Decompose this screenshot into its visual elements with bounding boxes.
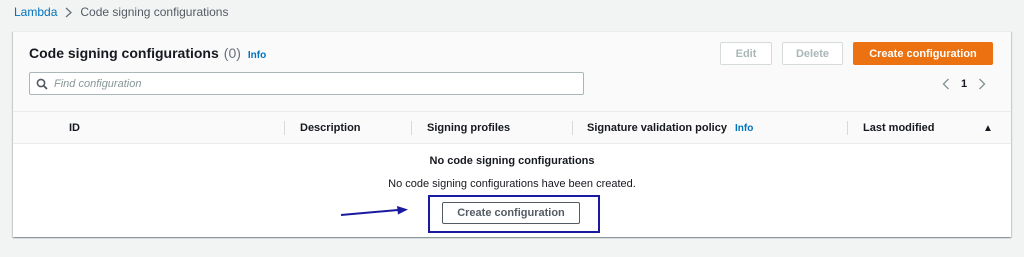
breadcrumb-lambda-link[interactable]: Lambda bbox=[14, 5, 57, 19]
column-header-description[interactable]: Description bbox=[300, 112, 361, 144]
column-divider bbox=[284, 121, 285, 135]
empty-state-description: No code signing configurations have been… bbox=[388, 178, 636, 190]
arrow-right-icon bbox=[340, 206, 408, 216]
empty-state-create-configuration-button[interactable]: Create configuration bbox=[442, 202, 580, 224]
breadcrumb: Lambda Code signing configurations bbox=[14, 4, 228, 20]
sort-ascending-icon[interactable]: ▲ bbox=[983, 112, 993, 144]
chevron-right-icon bbox=[65, 7, 73, 18]
breadcrumb-current: Code signing configurations bbox=[80, 5, 229, 19]
create-configuration-button[interactable]: Create configuration bbox=[853, 42, 993, 65]
search-box bbox=[29, 72, 584, 95]
column-divider bbox=[847, 121, 848, 135]
delete-button[interactable]: Delete bbox=[782, 42, 843, 65]
column-header-id[interactable]: ID bbox=[69, 112, 80, 144]
column-label: ID bbox=[69, 122, 80, 134]
column-header-signing-profiles[interactable]: Signing profiles bbox=[427, 112, 510, 144]
title-row: Code signing configurations (0) Info bbox=[29, 45, 266, 61]
column-label: Last modified bbox=[863, 122, 935, 134]
signature-policy-info-link[interactable]: Info bbox=[735, 123, 753, 134]
chevron-left-icon[interactable] bbox=[937, 78, 955, 90]
code-signing-configurations-panel: Code signing configurations (0) Info Edi… bbox=[13, 31, 1011, 237]
page-title: Code signing configurations bbox=[29, 45, 219, 61]
empty-state-title: No code signing configurations bbox=[429, 155, 595, 167]
column-header-signature-validation-policy[interactable]: Signature validation policy Info bbox=[587, 112, 753, 144]
column-divider bbox=[572, 121, 573, 135]
chevron-right-icon[interactable] bbox=[973, 78, 991, 90]
column-header-last-modified[interactable]: Last modified bbox=[863, 112, 935, 144]
search-icon bbox=[30, 73, 54, 94]
edit-button[interactable]: Edit bbox=[720, 42, 772, 65]
info-link[interactable]: Info bbox=[248, 50, 266, 61]
column-label: Description bbox=[300, 122, 361, 134]
search-input[interactable] bbox=[54, 73, 583, 94]
pagination: 1 bbox=[937, 74, 991, 94]
column-divider bbox=[411, 121, 412, 135]
panel-header: Code signing configurations (0) Info Edi… bbox=[13, 32, 1011, 112]
config-count: (0) bbox=[223, 45, 241, 61]
column-label: Signing profiles bbox=[427, 122, 511, 134]
table-header: ID Description Signing profiles Signatur… bbox=[13, 112, 1011, 144]
column-label: Signature validation policy bbox=[587, 122, 727, 134]
page-number[interactable]: 1 bbox=[955, 78, 973, 90]
